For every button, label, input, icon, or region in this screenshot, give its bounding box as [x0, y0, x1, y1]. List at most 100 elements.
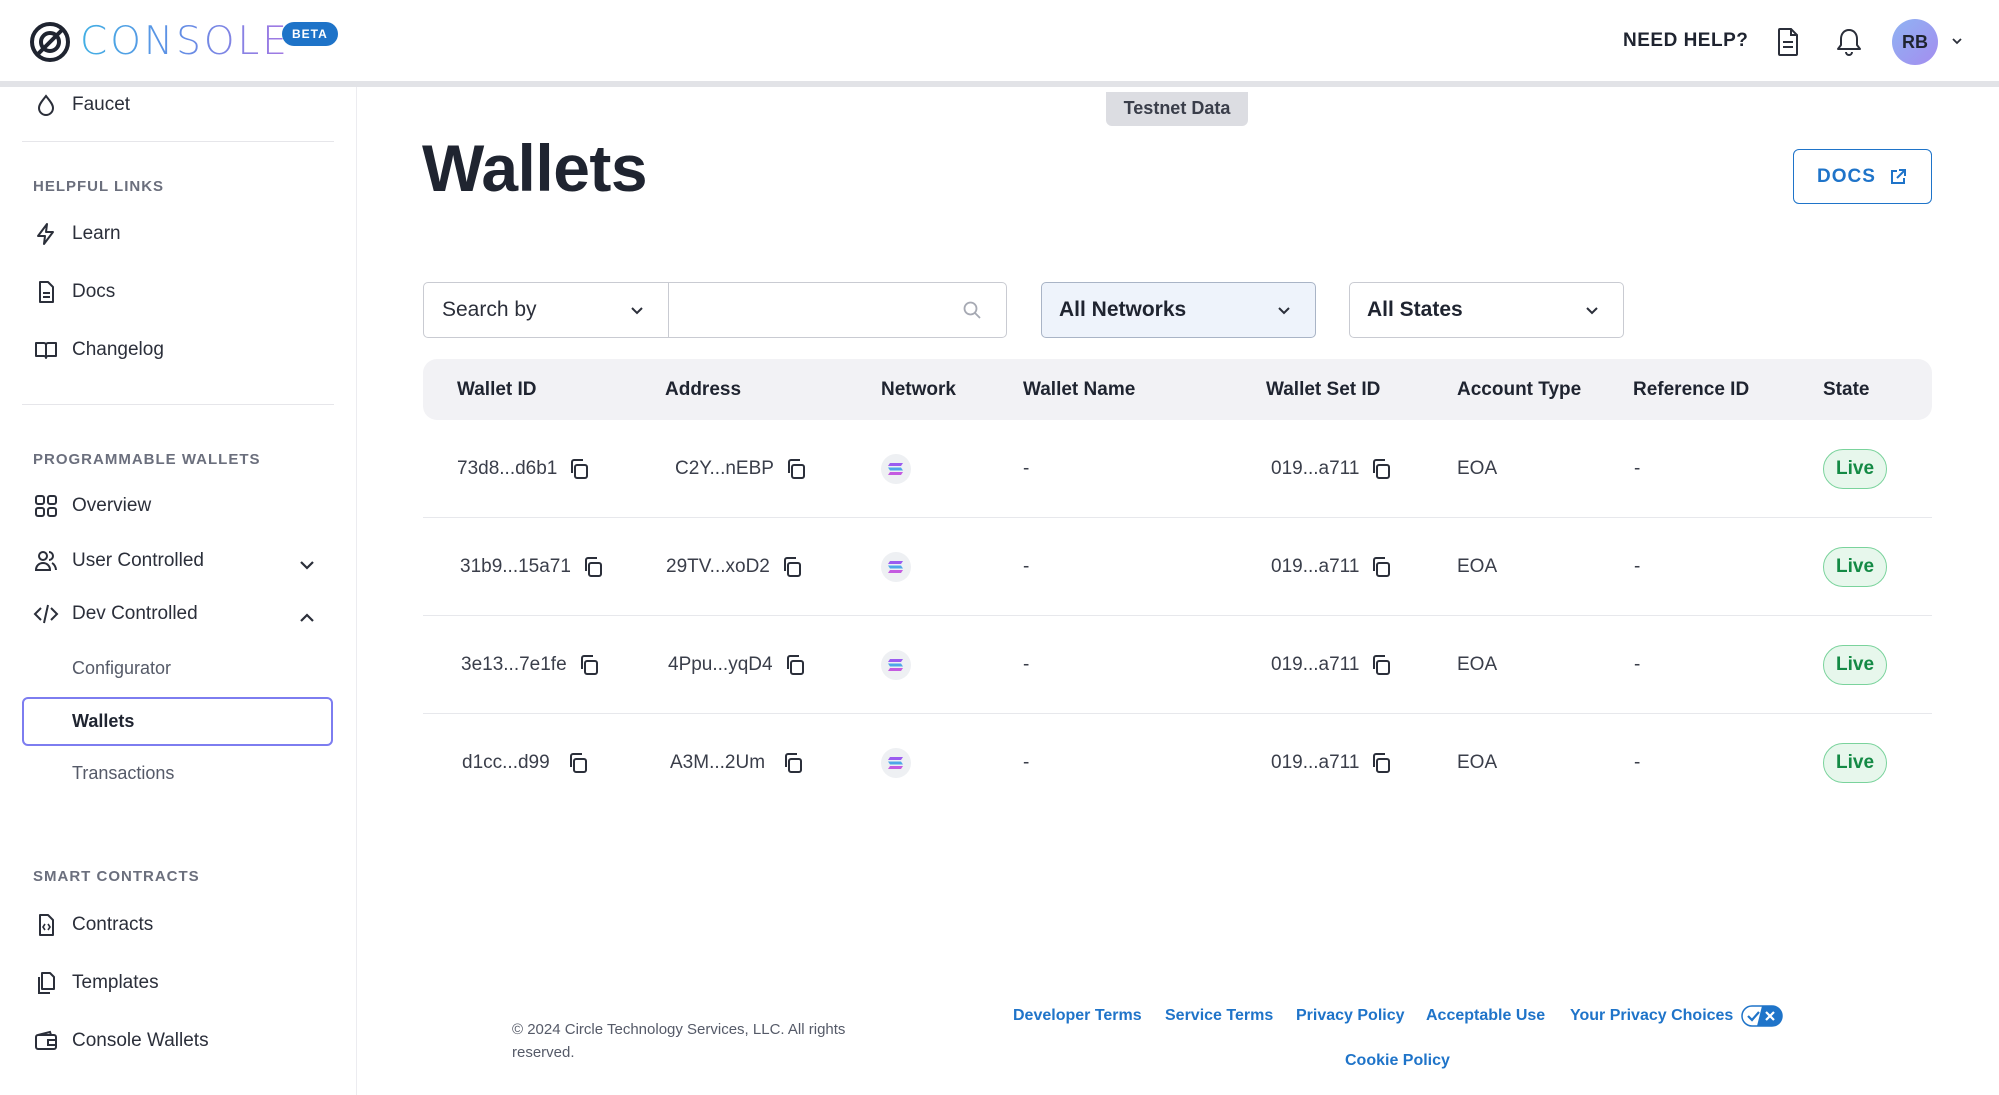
wallet-set-id: 019...a711 [1271, 654, 1360, 675]
wallet-set-id-cell: 019...a711 [1271, 714, 1393, 812]
docs-button[interactable]: DOCS [1793, 149, 1932, 204]
console-logo[interactable]: CONSOLE [28, 20, 290, 64]
docs-button-label: DOCS [1817, 165, 1876, 187]
sidebar-item-label: Learn [72, 223, 121, 244]
sidebar-item-user-controlled[interactable]: User Controlled [33, 548, 204, 574]
wallet-id-cell: 3e13...7e1fe [461, 616, 601, 714]
sidebar-item-faucet[interactable]: Faucet [33, 92, 130, 118]
testnet-data-tab[interactable]: Testnet Data [1106, 92, 1248, 126]
privacy-choices-toggle-icon[interactable] [1741, 1005, 1783, 1027]
state-cell: Live [1823, 616, 1888, 714]
chevron-down-icon[interactable] [1950, 34, 1964, 48]
sidebar-item-contracts[interactable]: Contracts [33, 912, 153, 938]
footer-link-privacy-choices[interactable]: Your Privacy Choices [1570, 1007, 1733, 1025]
solana-icon [881, 650, 911, 680]
sidebar-item-templates[interactable]: Templates [33, 970, 159, 996]
column-header-network[interactable]: Network [881, 359, 956, 420]
wallet-set-id: 019...a711 [1271, 458, 1360, 479]
wallet-set-id-cell: 019...a711 [1271, 420, 1393, 518]
sidebar-item-overview[interactable]: Overview [33, 493, 151, 519]
sidebar-item-label: Dev Controlled [72, 603, 198, 624]
sidebar: Faucet HELPFUL LINKS Learn Docs Changelo… [0, 87, 357, 1095]
column-header-reference-id[interactable]: Reference ID [1633, 359, 1749, 420]
table-row[interactable]: 73d8...d6b1 C2Y...nEBP - 019...a711 EOA … [423, 420, 1932, 518]
page-title: Wallets [422, 131, 648, 205]
solana-icon [881, 552, 911, 582]
network-filter-value: All Networks [1059, 298, 1187, 321]
contract-icon [39, 914, 54, 936]
wallet-set-id-cell: 019...a711 [1271, 518, 1393, 616]
footer-link-privacy-policy[interactable]: Privacy Policy [1296, 1007, 1405, 1025]
reference-id: - [1634, 752, 1641, 773]
copy-icon[interactable] [567, 457, 591, 481]
sidebar-item-docs[interactable]: Docs [33, 279, 115, 305]
sidebar-subitem-wallets[interactable]: Wallets [22, 697, 333, 746]
wallet-id: d1cc...d99 [462, 752, 550, 773]
copy-icon[interactable] [1369, 751, 1393, 775]
sidebar-subitem-configurator[interactable]: Configurator [72, 658, 171, 679]
column-header-wallet-id[interactable]: Wallet ID [457, 359, 537, 420]
copy-icon[interactable] [1369, 457, 1393, 481]
copy-pages-icon [38, 972, 55, 994]
sidebar-item-dev-controlled[interactable]: Dev Controlled [33, 601, 198, 627]
network-cell [881, 518, 911, 616]
section-title-helpful-links: HELPFUL LINKS [33, 178, 165, 195]
user-avatar[interactable]: RB [1892, 19, 1938, 65]
copy-icon[interactable] [577, 653, 601, 677]
bell-icon[interactable] [1834, 26, 1864, 58]
chevron-down-icon[interactable] [297, 555, 317, 575]
sidebar-item-label: Docs [72, 281, 116, 302]
reference-id: - [1634, 556, 1641, 577]
document-icon[interactable] [1773, 26, 1803, 58]
code-icon [33, 604, 59, 624]
search-by-label: Search by [442, 298, 537, 321]
wallet-id-cell: d1cc...d99 [462, 714, 590, 812]
sidebar-item-learn[interactable]: Learn [33, 221, 121, 247]
wallet-id: 73d8...d6b1 [457, 458, 558, 479]
copy-icon[interactable] [783, 653, 807, 677]
table-row[interactable]: d1cc...d99 A3M...2Um - 019...a711 EOA - … [423, 714, 1932, 812]
column-header-account-type[interactable]: Account Type [1457, 359, 1581, 420]
account-type: EOA [1457, 752, 1498, 773]
copy-icon[interactable] [1369, 555, 1393, 579]
table-row[interactable]: 3e13...7e1fe 4Ppu...yqD4 - 019...a711 EO… [423, 616, 1932, 714]
account-type: EOA [1457, 458, 1498, 479]
copy-icon[interactable] [784, 457, 808, 481]
copy-icon[interactable] [566, 751, 590, 775]
sidebar-item-label: Overview [72, 495, 152, 516]
grid-icon [35, 495, 57, 517]
column-header-state[interactable]: State [1823, 359, 1869, 420]
chevron-down-icon [1586, 307, 1598, 315]
wallet-icon [35, 1030, 57, 1050]
table-row[interactable]: 31b9...15a71 29TV...xoD2 - 019...a711 EO… [423, 518, 1932, 616]
state-cell: Live [1823, 518, 1888, 616]
section-title-programmable-wallets: PROGRAMMABLE WALLETS [33, 451, 261, 468]
need-help-link[interactable]: NEED HELP? [1623, 30, 1748, 52]
copy-icon[interactable] [581, 555, 605, 579]
sidebar-item-label: Changelog [72, 339, 164, 360]
search-input[interactable] [668, 282, 1007, 338]
search-by-select[interactable]: Search by [423, 282, 669, 338]
sidebar-item-label: Faucet [72, 94, 131, 115]
sidebar-item-label: Contracts [72, 914, 154, 935]
copy-icon[interactable] [781, 751, 805, 775]
table-header: Wallet ID Address Network Wallet Name Wa… [423, 359, 1932, 420]
sidebar-item-console-wallets[interactable]: Console Wallets [33, 1028, 209, 1054]
column-header-wallet-name[interactable]: Wallet Name [1023, 359, 1135, 420]
footer-link-cookie-policy[interactable]: Cookie Policy [1345, 1052, 1450, 1070]
lightning-icon [37, 223, 54, 245]
address: 4Ppu...yqD4 [668, 654, 773, 675]
column-header-wallet-set-id[interactable]: Wallet Set ID [1266, 359, 1380, 420]
network-filter-select[interactable]: All Networks [1041, 282, 1316, 338]
sidebar-item-changelog[interactable]: Changelog [33, 337, 164, 363]
copy-icon[interactable] [1369, 653, 1393, 677]
footer-link-acceptable-use[interactable]: Acceptable Use [1426, 1007, 1545, 1025]
chevron-up-icon[interactable] [297, 608, 317, 628]
sidebar-subitem-transactions[interactable]: Transactions [72, 763, 174, 784]
column-header-address[interactable]: Address [665, 359, 741, 420]
wallet-id: 3e13...7e1fe [461, 654, 567, 675]
copy-icon[interactable] [780, 555, 804, 579]
footer-link-developer-terms[interactable]: Developer Terms [1013, 1007, 1142, 1025]
state-filter-select[interactable]: All States [1349, 282, 1624, 338]
footer-link-service-terms[interactable]: Service Terms [1165, 1007, 1273, 1025]
